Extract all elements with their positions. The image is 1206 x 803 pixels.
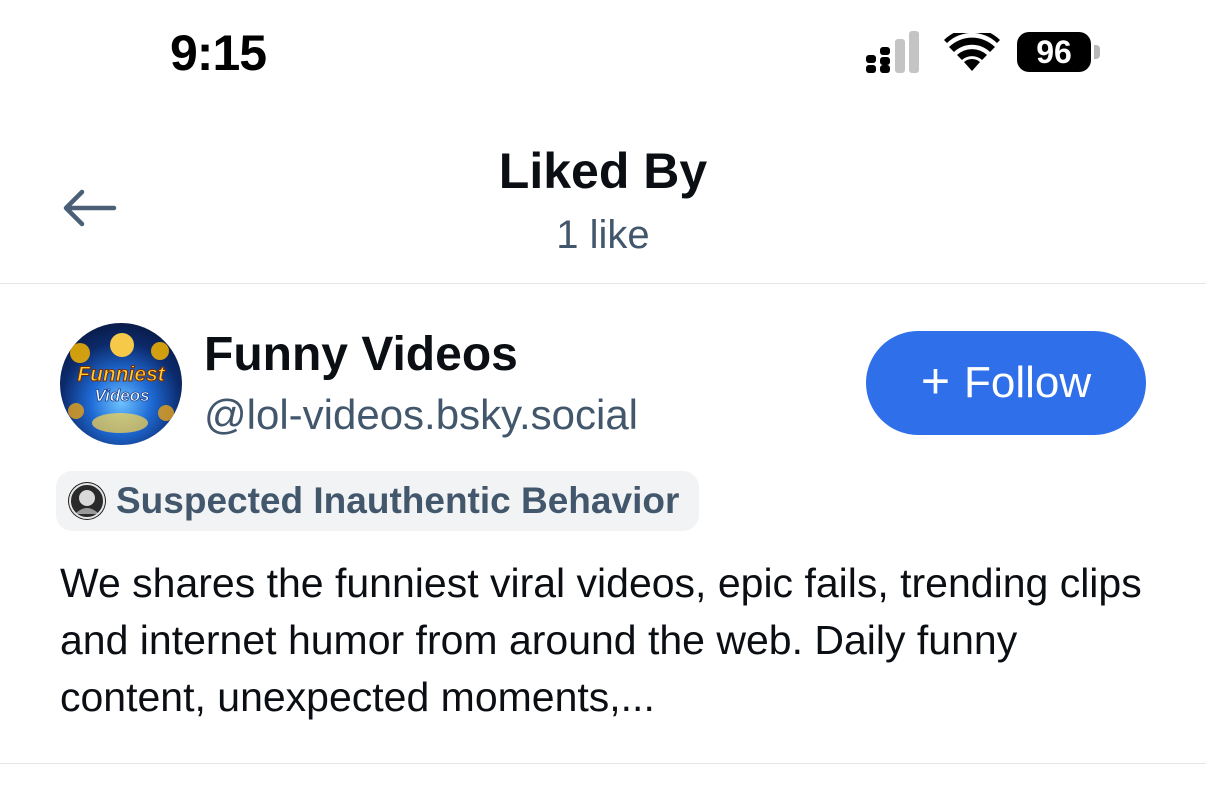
plus-icon: + [920, 353, 951, 409]
wifi-icon [944, 33, 1000, 71]
avatar-text-1: Funniest [77, 363, 166, 386]
display-name[interactable]: Funny Videos [204, 327, 518, 382]
header: Liked By 1 like [0, 100, 1206, 284]
battery-level: 96 [1036, 34, 1072, 70]
avatar[interactable]: Funniest Videos [60, 323, 182, 445]
avatar-text-2: Videos [94, 386, 149, 405]
labeler-avatar-icon [68, 482, 106, 520]
follow-button-label: Follow [964, 358, 1092, 407]
battery-icon: 96 [1017, 32, 1091, 72]
page-title: Liked By [498, 143, 708, 199]
moderation-label-badge[interactable]: Suspected Inauthentic Behavior [56, 471, 700, 531]
cellular-signal-icon [866, 31, 919, 73]
user-handle: @lol-videos.bsky.social [204, 391, 639, 438]
user-list-item[interactable]: Funniest Videos Funny Videos @lol-videos… [0, 285, 1206, 764]
status-bar: 9:15 96 [0, 0, 1206, 100]
follow-button[interactable]: + Follow [866, 331, 1146, 435]
avatar-image: Funniest Videos [68, 333, 174, 433]
battery-nub [1094, 45, 1100, 59]
status-time: 9:15 [170, 25, 267, 81]
like-count: 1 like [556, 213, 650, 257]
moderation-label-text: Suspected Inauthentic Behavior [116, 480, 680, 521]
user-bio: We shares the funniest viral videos, epi… [60, 560, 1142, 720]
